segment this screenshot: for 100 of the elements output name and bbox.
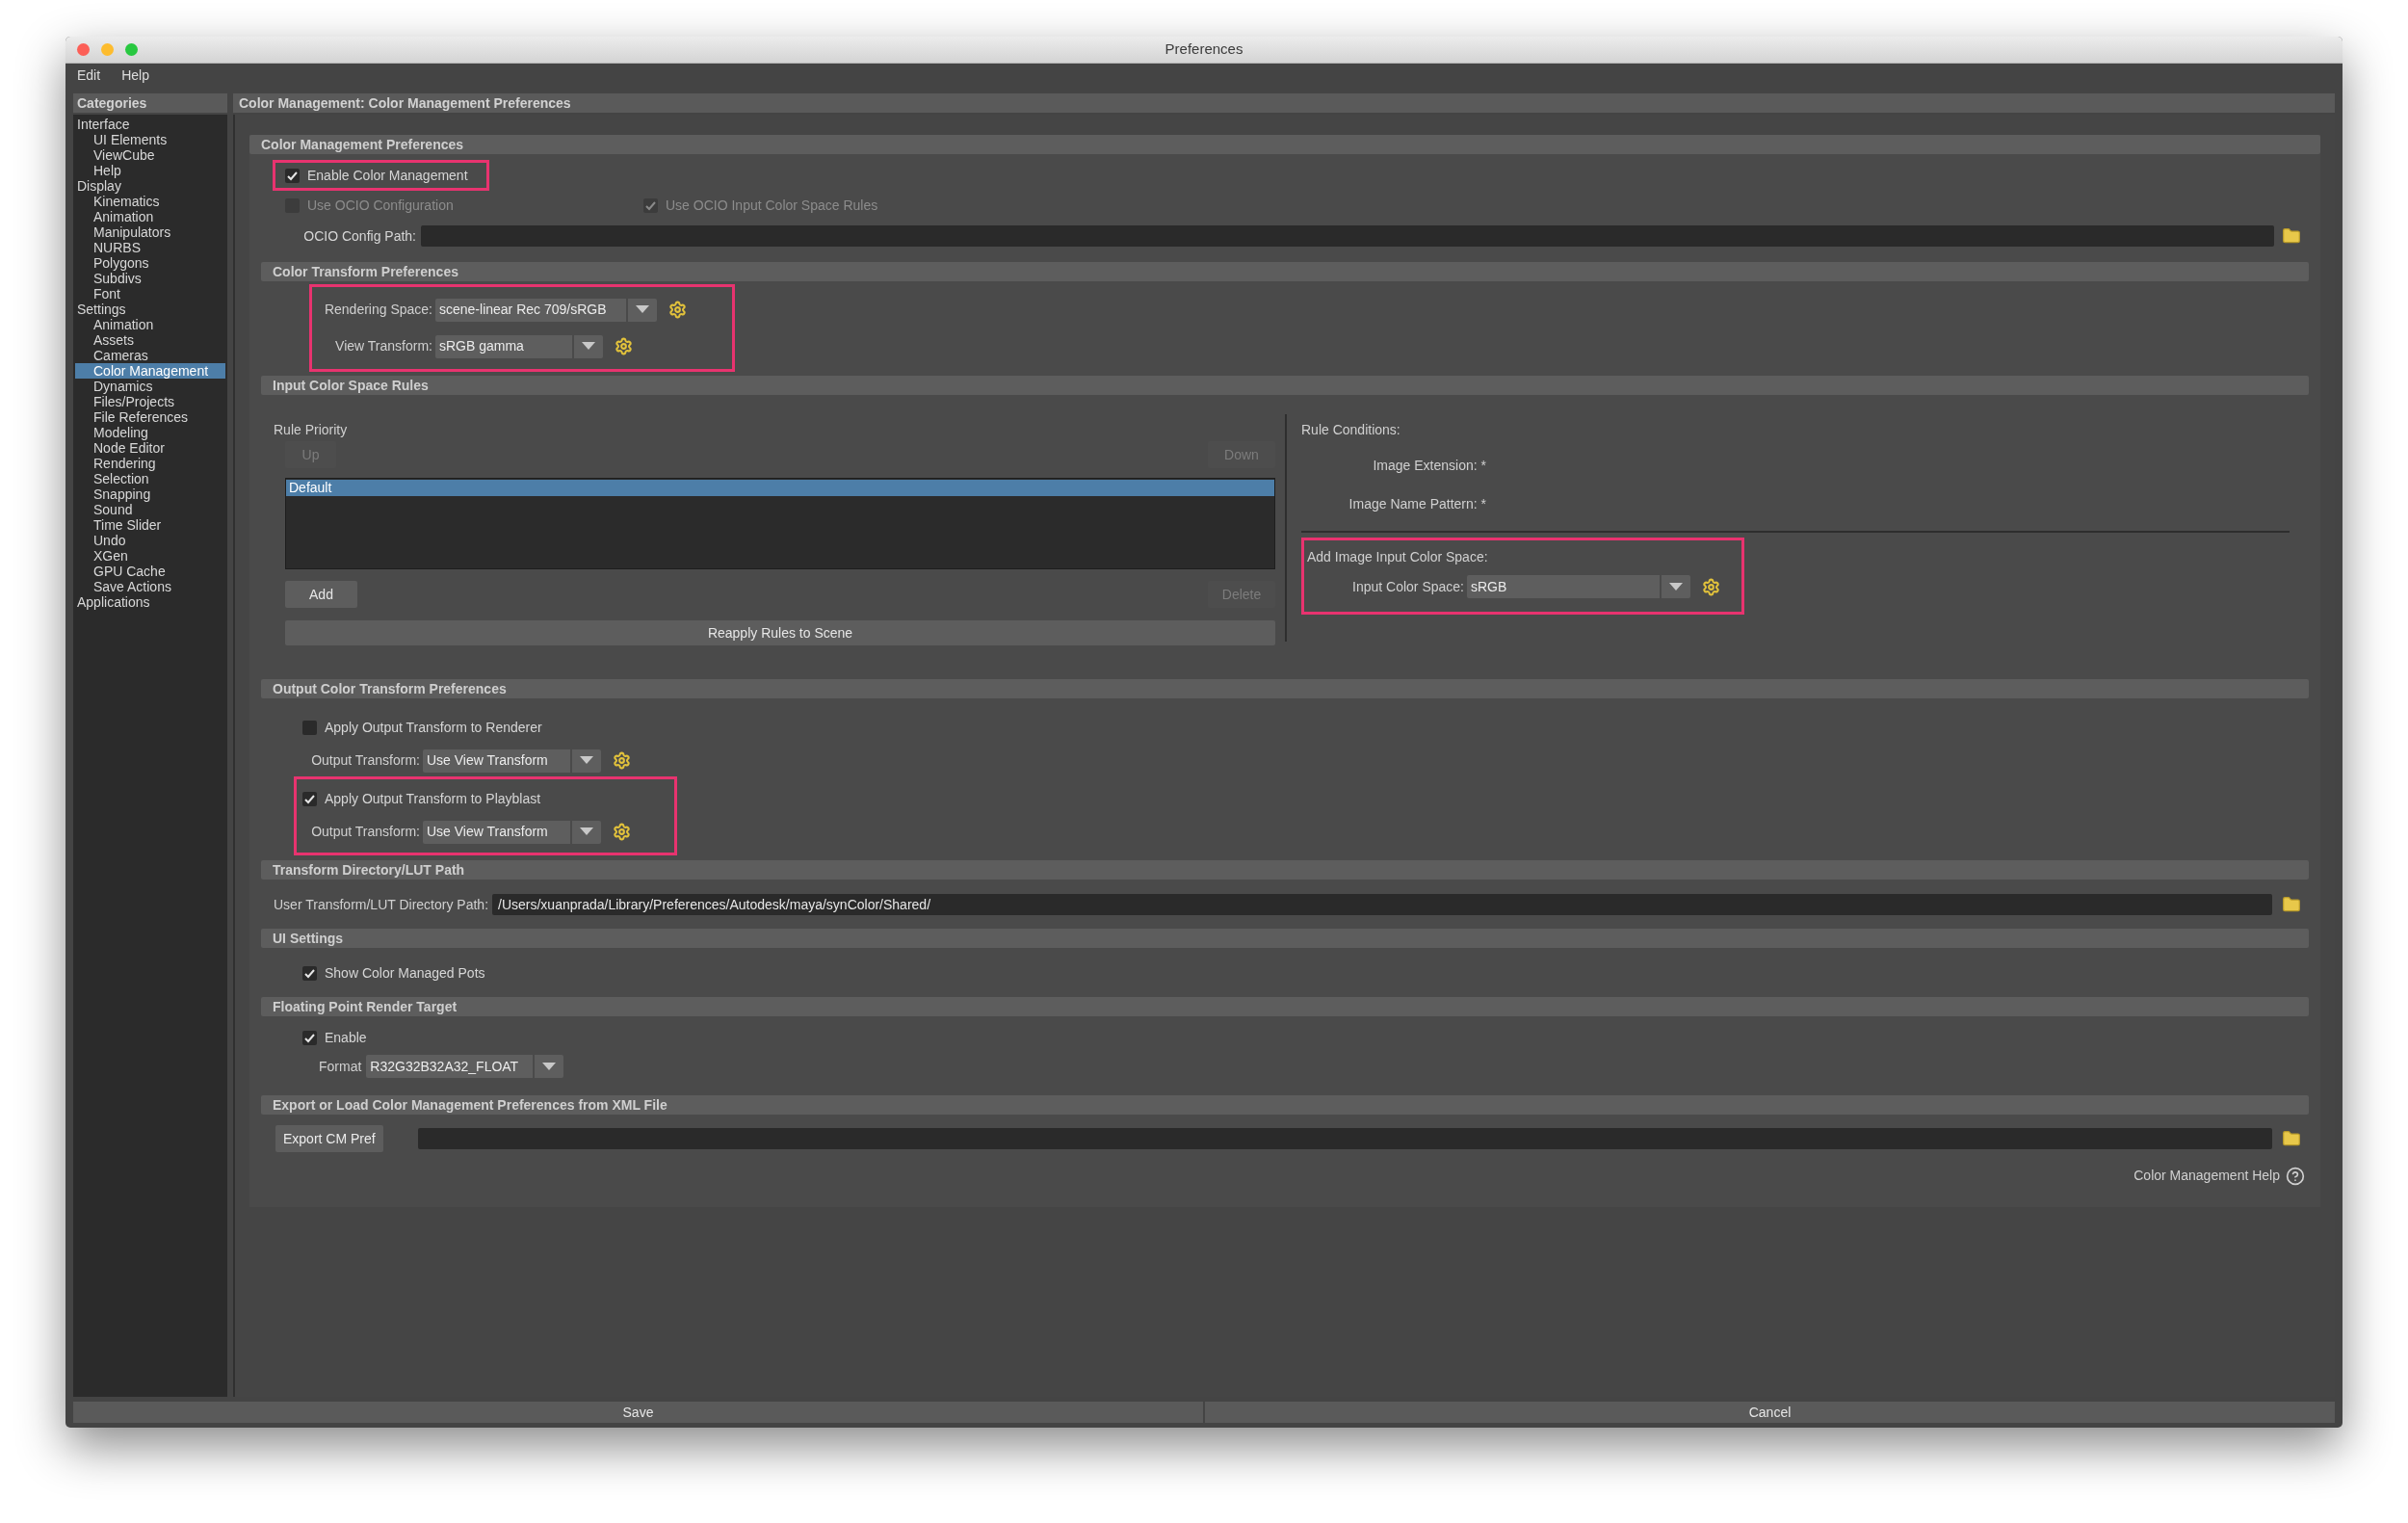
category-item[interactable]: Save Actions: [75, 579, 225, 594]
gear-icon[interactable]: [613, 823, 631, 841]
category-item[interactable]: Modeling: [75, 425, 225, 440]
category-item[interactable]: Animation: [75, 317, 225, 332]
category-item[interactable]: Time Slider: [75, 517, 225, 533]
dropdown[interactable]: Use View Transform: [423, 748, 601, 773]
category-item[interactable]: Applications: [75, 594, 225, 610]
checkbox[interactable]: [302, 791, 317, 806]
category-item[interactable]: Files/Projects: [75, 394, 225, 409]
category-item[interactable]: UI Elements: [75, 132, 225, 147]
category-item[interactable]: XGen: [75, 548, 225, 564]
caret-icon: [580, 827, 593, 836]
gear-icon[interactable]: [1702, 577, 1720, 596]
dropdown[interactable]: R32G32B32A32_FLOAT: [366, 1055, 564, 1078]
category-item[interactable]: Assets: [75, 332, 225, 348]
section-header: Color Management Preferences: [249, 135, 2320, 154]
menu-item[interactable]: Edit: [77, 65, 101, 86]
category-item[interactable]: Subdivs: [75, 271, 225, 286]
field-label: OCIO Config Path:: [302, 226, 417, 246]
help-link[interactable]: Color Management Help: [2133, 1166, 2280, 1186]
field-label: Output Transform:: [310, 751, 421, 770]
category-item[interactable]: Color Management: [75, 363, 225, 379]
gear-icon[interactable]: [615, 337, 633, 355]
caret-icon: [580, 756, 593, 765]
checkbox-label: Apply Output Transform to Renderer: [325, 718, 542, 737]
category-item[interactable]: Sound: [75, 502, 225, 517]
category-item[interactable]: Display: [75, 178, 225, 194]
category-item[interactable]: Rendering: [75, 456, 225, 471]
menu-item[interactable]: Help: [121, 65, 149, 86]
checkbox-label: Enable: [325, 1028, 367, 1047]
gear-icon[interactable]: [613, 751, 631, 770]
category-item[interactable]: Selection: [75, 471, 225, 486]
section-label: Add Image Input Color Space:: [1307, 548, 1489, 566]
section-label: Rule Conditions:: [1301, 421, 1401, 437]
category-item[interactable]: Node Editor: [75, 440, 225, 456]
export-button[interactable]: Export CM Pref: [275, 1125, 383, 1152]
folder-icon[interactable]: [2282, 1129, 2301, 1148]
caret-icon: [1669, 582, 1683, 591]
category-item[interactable]: Help: [75, 163, 225, 178]
checkbox-label: Apply Output Transform to Playblast: [325, 789, 541, 808]
checkbox[interactable]: [285, 168, 300, 183]
category-item[interactable]: GPU Cache: [75, 564, 225, 579]
window-title: Preferences: [1165, 39, 1243, 60]
caret-icon: [582, 342, 595, 351]
category-item[interactable]: Polygons: [75, 255, 225, 271]
dropdown[interactable]: sRGB gamma: [435, 334, 603, 358]
rule-item[interactable]: Default: [286, 480, 1274, 496]
caret-icon: [636, 305, 649, 314]
section-header: UI Settings: [261, 929, 2309, 948]
input-field[interactable]: [421, 225, 2274, 247]
checkbox-label: Use OCIO Configuration: [307, 196, 454, 215]
category-item[interactable]: Cameras: [75, 348, 225, 363]
category-item[interactable]: Snapping: [75, 486, 225, 502]
categories-header: Categories: [73, 93, 227, 113]
folder-icon[interactable]: [2282, 895, 2301, 914]
condition-text: Image Extension: *: [1372, 457, 1486, 475]
folder-icon[interactable]: [2282, 226, 2301, 246]
caret-icon: [542, 1062, 557, 1071]
category-item[interactable]: Manipulators: [75, 224, 225, 240]
category-item[interactable]: Dynamics: [75, 379, 225, 394]
category-item[interactable]: Interface: [75, 117, 225, 132]
field-label: Input Color Space:: [1351, 577, 1465, 596]
field-label: View Transform:: [334, 337, 433, 355]
button[interactable]: Add: [285, 581, 357, 608]
category-item[interactable]: Undo: [75, 533, 225, 548]
category-item[interactable]: Settings: [75, 302, 225, 317]
section-header: Color Transform Preferences: [261, 262, 2309, 281]
dropdown[interactable]: Use View Transform: [423, 820, 601, 844]
section-label: Rule Priority: [274, 421, 349, 437]
input-field[interactable]: [417, 1128, 2272, 1149]
input-field[interactable]: /Users/xuanprada/Library/Preferences/Autodesk/maya/synColor/Shared/: [492, 894, 2272, 915]
checkbox-label: Enable Color Management: [307, 166, 468, 185]
checkbox-label: Use OCIO Input Color Space Rules: [666, 196, 878, 215]
field-label: User Transform/LUT Directory Path:: [274, 895, 490, 914]
category-item[interactable]: Animation: [75, 209, 225, 224]
field-label: Output Transform:: [310, 823, 421, 841]
dialog-button[interactable]: Save: [73, 1402, 1203, 1423]
section-header: Transform Directory/LUT Path: [261, 860, 2309, 880]
field-label: Format: [319, 1057, 363, 1076]
checkbox[interactable]: [302, 1030, 317, 1045]
checkbox[interactable]: [302, 720, 317, 735]
dropdown[interactable]: sRGB: [1467, 575, 1690, 598]
section-header: Output Color Transform Preferences: [261, 679, 2309, 698]
section-header: Export or Load Color Management Preferences from XML File: [261, 1095, 2309, 1115]
category-item[interactable]: NURBS: [75, 240, 225, 255]
dialog-button[interactable]: Cancel: [1205, 1402, 2335, 1423]
panel-title: Color Management: Color Management Preferences: [233, 93, 2335, 113]
category-item[interactable]: Font: [75, 286, 225, 302]
gear-icon[interactable]: [668, 301, 687, 319]
condition-text: Image Name Pattern: *: [1348, 495, 1486, 513]
section-header: Input Color Space Rules: [261, 376, 2309, 395]
category-item[interactable]: ViewCube: [75, 147, 225, 163]
reapply-button[interactable]: Reapply Rules to Scene: [285, 620, 1275, 645]
checkbox[interactable]: [302, 965, 317, 981]
help-icon[interactable]: [2286, 1166, 2305, 1186]
checkbox-label: Show Color Managed Pots: [325, 963, 485, 983]
category-item[interactable]: Kinematics: [75, 194, 225, 209]
field-label: Rendering Space:: [323, 301, 433, 319]
category-item[interactable]: File References: [75, 409, 225, 425]
dropdown[interactable]: scene-linear Rec 709/sRGB: [435, 298, 657, 322]
